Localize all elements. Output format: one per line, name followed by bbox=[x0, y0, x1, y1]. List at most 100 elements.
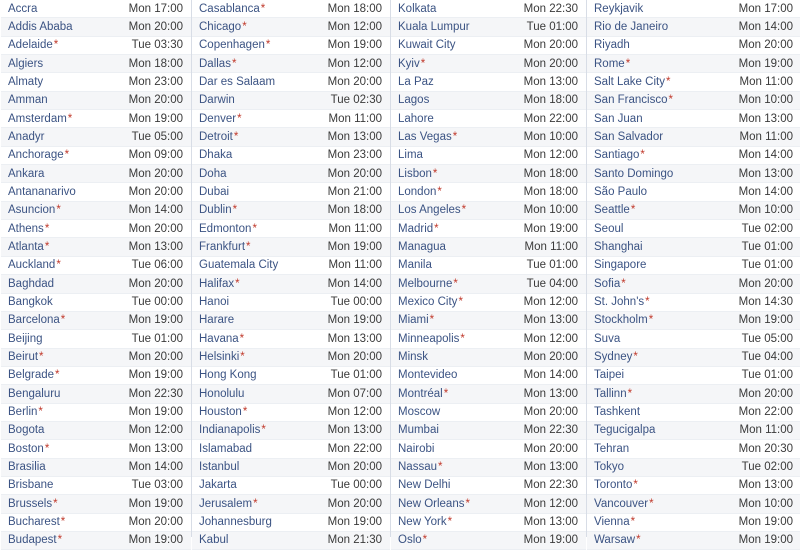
city-link[interactable]: Asuncion* bbox=[8, 202, 123, 219]
city-link[interactable]: Rio de Janeiro bbox=[594, 18, 733, 35]
city-link[interactable]: Los Angeles* bbox=[398, 202, 518, 219]
city-link[interactable]: Bengaluru bbox=[8, 385, 123, 402]
table-row[interactable]: Kyiv* Mon 20:00 bbox=[391, 55, 586, 74]
city-link[interactable]: Melbourne* bbox=[398, 275, 521, 292]
city-link[interactable]: Bogota bbox=[8, 422, 123, 439]
city-link[interactable]: Minneapolis* bbox=[398, 330, 518, 347]
city-link[interactable]: Houston* bbox=[199, 404, 322, 421]
city-link[interactable]: Atlanta* bbox=[8, 238, 123, 255]
city-link[interactable]: Lahore bbox=[398, 110, 518, 127]
city-link[interactable]: Belgrade* bbox=[8, 367, 123, 384]
table-row[interactable]: Boston* Mon 13:00 bbox=[1, 440, 191, 459]
table-row[interactable]: New York* Mon 13:00 bbox=[391, 513, 586, 532]
city-link[interactable]: Managua bbox=[398, 238, 519, 255]
city-link[interactable]: Edmonton* bbox=[199, 220, 323, 237]
city-link[interactable]: La Paz bbox=[398, 73, 518, 90]
city-link[interactable]: Athens* bbox=[8, 220, 123, 237]
table-row[interactable]: Belgrade* Mon 19:00 bbox=[1, 366, 191, 386]
city-link[interactable]: New Orleans* bbox=[398, 495, 518, 512]
table-row[interactable]: Casablanca* Mon 18:00 bbox=[192, 0, 390, 19]
city-link[interactable]: Seoul bbox=[594, 220, 736, 237]
city-link[interactable]: Singapore bbox=[594, 257, 736, 274]
city-link[interactable]: Brussels* bbox=[8, 495, 123, 512]
table-row[interactable]: Toronto* Mon 13:00 bbox=[587, 476, 800, 496]
table-row[interactable]: Vienna* Mon 19:00 bbox=[587, 513, 800, 532]
city-link[interactable]: Santiago* bbox=[594, 147, 733, 164]
table-row[interactable]: Doha Mon 20:00 bbox=[192, 165, 390, 184]
table-row[interactable]: Los Angeles* Mon 10:00 bbox=[391, 201, 586, 221]
table-row[interactable]: Dar es Salaam Mon 20:00 bbox=[192, 73, 390, 92]
table-row[interactable]: Amsterdam* Mon 19:00 bbox=[1, 110, 191, 129]
table-row[interactable]: Singapore Tue 01:00 bbox=[587, 256, 800, 276]
city-link[interactable]: Berlin* bbox=[8, 404, 123, 421]
table-row[interactable]: Madrid* Mon 19:00 bbox=[391, 220, 586, 239]
city-link[interactable]: New Delhi bbox=[398, 477, 518, 494]
table-row[interactable]: Miami* Mon 13:00 bbox=[391, 311, 586, 331]
table-row[interactable]: Seattle* Mon 10:00 bbox=[587, 201, 800, 221]
city-link[interactable]: Montevideo bbox=[398, 367, 518, 384]
city-link[interactable]: Anadyr bbox=[8, 128, 126, 145]
table-row[interactable]: Kuala Lumpur Tue 01:00 bbox=[391, 18, 586, 37]
city-link[interactable]: Addis Ababa bbox=[8, 18, 123, 35]
table-row[interactable]: Kuwait City Mon 20:00 bbox=[391, 36, 586, 56]
table-row[interactable]: Asuncion* Mon 14:00 bbox=[1, 201, 191, 221]
table-row[interactable]: Tegucigalpa Mon 11:00 bbox=[587, 421, 800, 441]
city-link[interactable]: St. John's* bbox=[594, 294, 733, 311]
table-row[interactable]: Antananarivo Mon 20:00 bbox=[1, 183, 191, 202]
table-row[interactable]: Shanghai Tue 01:00 bbox=[587, 238, 800, 257]
table-row[interactable]: Havana* Mon 13:00 bbox=[192, 330, 390, 349]
city-link[interactable]: Guatemala City bbox=[199, 257, 323, 274]
table-row[interactable]: Berlin* Mon 19:00 bbox=[1, 403, 191, 422]
table-row[interactable]: Tehran Mon 20:30 bbox=[587, 440, 800, 459]
table-row[interactable]: San Juan Mon 13:00 bbox=[587, 110, 800, 129]
city-link[interactable]: Kabul bbox=[199, 532, 322, 549]
city-link[interactable]: Dallas* bbox=[199, 55, 322, 72]
table-row[interactable]: Ankara Mon 20:00 bbox=[1, 165, 191, 184]
table-row[interactable]: Brisbane Tue 03:00 bbox=[1, 476, 191, 496]
table-row[interactable]: Seoul Tue 02:00 bbox=[587, 220, 800, 239]
city-link[interactable]: Havana* bbox=[199, 330, 322, 347]
table-row[interactable]: Denver* Mon 11:00 bbox=[192, 110, 390, 129]
city-link[interactable]: Tashkent bbox=[594, 404, 733, 421]
table-row[interactable]: Accra Mon 17:00 bbox=[1, 0, 191, 19]
table-row[interactable]: Salt Lake City* Mon 11:00 bbox=[587, 73, 800, 92]
table-row[interactable]: Addis Ababa Mon 20:00 bbox=[1, 18, 191, 37]
city-link[interactable]: Taipei bbox=[594, 367, 736, 384]
table-row[interactable]: Edmonton* Mon 11:00 bbox=[192, 220, 390, 239]
table-row[interactable]: Santo Domingo Mon 13:00 bbox=[587, 165, 800, 184]
table-row[interactable]: Athens* Mon 20:00 bbox=[1, 220, 191, 239]
table-row[interactable]: Darwin Tue 02:30 bbox=[192, 91, 390, 111]
table-row[interactable]: St. John's* Mon 14:30 bbox=[587, 293, 800, 312]
city-link[interactable]: Amman bbox=[8, 92, 123, 109]
city-link[interactable]: Halifax* bbox=[199, 275, 322, 292]
table-row[interactable]: Oslo* Mon 19:00 bbox=[391, 531, 586, 550]
city-link[interactable]: Budapest* bbox=[8, 532, 123, 549]
city-link[interactable]: Jerusalem* bbox=[199, 495, 322, 512]
table-row[interactable]: Johannesburg Mon 19:00 bbox=[192, 513, 390, 532]
table-row[interactable]: Stockholm* Mon 19:00 bbox=[587, 311, 800, 331]
table-row[interactable]: Riyadh Mon 20:00 bbox=[587, 36, 800, 56]
city-link[interactable]: San Salvador bbox=[594, 128, 734, 145]
table-row[interactable]: Lisbon* Mon 18:00 bbox=[391, 165, 586, 184]
table-row[interactable]: Bogota Mon 12:00 bbox=[1, 421, 191, 441]
table-row[interactable]: Beijing Tue 01:00 bbox=[1, 330, 191, 349]
city-link[interactable]: Hanoi bbox=[199, 294, 325, 311]
table-row[interactable]: Rio de Janeiro Mon 14:00 bbox=[587, 18, 800, 37]
city-link[interactable]: Ankara bbox=[8, 165, 123, 182]
city-link[interactable]: Islamabad bbox=[199, 440, 322, 457]
city-link[interactable]: Algiers bbox=[8, 55, 123, 72]
city-link[interactable]: Kuwait City bbox=[398, 37, 518, 54]
city-link[interactable]: Nassau* bbox=[398, 459, 518, 476]
table-row[interactable]: Atlanta* Mon 13:00 bbox=[1, 238, 191, 257]
city-link[interactable]: Indianapolis* bbox=[199, 422, 322, 439]
table-row[interactable]: Mumbai Mon 22:30 bbox=[391, 421, 586, 441]
city-link[interactable]: Copenhagen* bbox=[199, 37, 322, 54]
city-link[interactable]: Bucharest* bbox=[8, 514, 123, 531]
table-row[interactable]: Istanbul Mon 20:00 bbox=[192, 458, 390, 477]
table-row[interactable]: Hong Kong Tue 01:00 bbox=[192, 366, 390, 386]
city-link[interactable]: Dar es Salaam bbox=[199, 73, 322, 90]
city-link[interactable]: Riyadh bbox=[594, 37, 733, 54]
table-row[interactable]: Las Vegas* Mon 10:00 bbox=[391, 128, 586, 147]
table-row[interactable]: Lima Mon 12:00 bbox=[391, 146, 586, 166]
city-link[interactable]: Jakarta bbox=[199, 477, 325, 494]
